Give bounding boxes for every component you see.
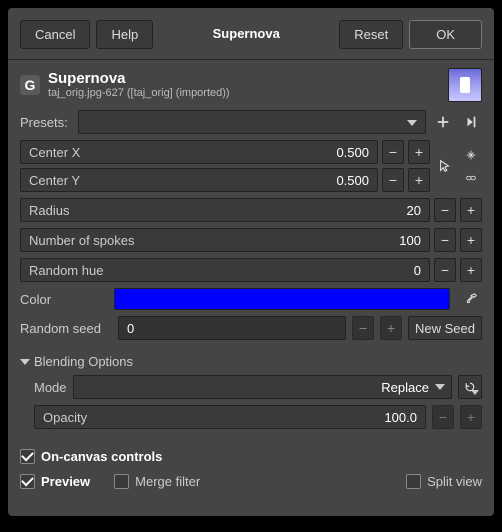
center-y-minus[interactable]: − — [382, 168, 404, 192]
merge-filter-checkbox[interactable] — [114, 474, 129, 489]
chevron-down-icon — [20, 359, 30, 365]
on-canvas-checkbox[interactable] — [20, 449, 35, 464]
ok-button[interactable]: OK — [409, 20, 482, 49]
preset-menu-icon[interactable] — [460, 111, 482, 133]
image-thumbnail[interactable] — [448, 68, 482, 102]
split-view-label: Split view — [427, 474, 482, 489]
merge-filter-label: Merge filter — [135, 474, 200, 489]
seed-minus[interactable]: − — [352, 316, 374, 340]
seed-plus[interactable]: + — [380, 316, 402, 340]
presets-label: Presets: — [20, 115, 72, 130]
dialog-title: Supernova — [203, 20, 290, 49]
random-hue-minus[interactable]: − — [434, 258, 456, 282]
color-swatch[interactable] — [114, 288, 450, 310]
color-label: Color — [20, 292, 104, 307]
help-button[interactable]: Help — [96, 20, 153, 49]
random-hue-plus[interactable]: + — [460, 258, 482, 282]
mode-reset-icon[interactable] — [458, 375, 482, 399]
center-y-plus[interactable]: + — [408, 168, 430, 192]
new-seed-button[interactable]: New Seed — [408, 316, 482, 340]
filter-name: Supernova — [48, 71, 440, 88]
opacity-minus[interactable]: − — [432, 405, 454, 429]
preview-checkbox[interactable] — [20, 474, 35, 489]
mode-combo[interactable]: Replace — [73, 375, 452, 399]
cancel-button[interactable]: Cancel — [20, 20, 90, 49]
opacity-plus[interactable]: + — [460, 405, 482, 429]
button-bar: Cancel Help Supernova Reset OK — [8, 8, 494, 60]
gimp-icon: G — [20, 75, 40, 95]
center-x-input[interactable]: Center X 0.500 — [20, 140, 378, 164]
radius-input[interactable]: Radius 20 — [20, 198, 430, 222]
preview-label: Preview — [41, 474, 90, 489]
center-y-input[interactable]: Center Y 0.500 — [20, 168, 378, 192]
image-subtitle: taj_orig.jpg-627 ([taj_orig] (imported)) — [48, 87, 440, 99]
spokes-input[interactable]: Number of spokes 100 — [20, 228, 430, 252]
center-x-plus[interactable]: + — [408, 140, 430, 164]
random-seed-label: Random seed — [20, 321, 112, 336]
radius-plus[interactable]: + — [460, 198, 482, 222]
mode-label: Mode — [34, 380, 67, 395]
split-view-checkbox[interactable] — [406, 474, 421, 489]
random-seed-input[interactable]: 0 — [118, 316, 346, 340]
random-hue-input[interactable]: Random hue 0 — [20, 258, 430, 282]
eyedropper-icon[interactable] — [460, 288, 482, 310]
presets-combo[interactable] — [78, 110, 426, 134]
units-toggle-icon[interactable] — [462, 145, 480, 165]
reset-button[interactable]: Reset — [339, 20, 403, 49]
spokes-minus[interactable]: − — [434, 228, 456, 252]
blending-header[interactable]: Blending Options — [20, 354, 482, 369]
presets-row: Presets: — [20, 110, 482, 134]
radius-minus[interactable]: − — [434, 198, 456, 222]
chevron-down-icon — [435, 384, 445, 390]
center-x-minus[interactable]: − — [382, 140, 404, 164]
header: G Supernova taj_orig.jpg-627 ([taj_orig]… — [8, 60, 494, 106]
pointer-tool-icon[interactable] — [436, 156, 454, 176]
spokes-plus[interactable]: + — [460, 228, 482, 252]
opacity-input[interactable]: Opacity 100.0 — [34, 405, 426, 429]
link-icon[interactable] — [462, 168, 480, 188]
on-canvas-label: On-canvas controls — [41, 449, 162, 464]
preset-add-icon[interactable] — [432, 111, 454, 133]
filter-dialog: Cancel Help Supernova Reset OK G Superno… — [8, 8, 494, 516]
